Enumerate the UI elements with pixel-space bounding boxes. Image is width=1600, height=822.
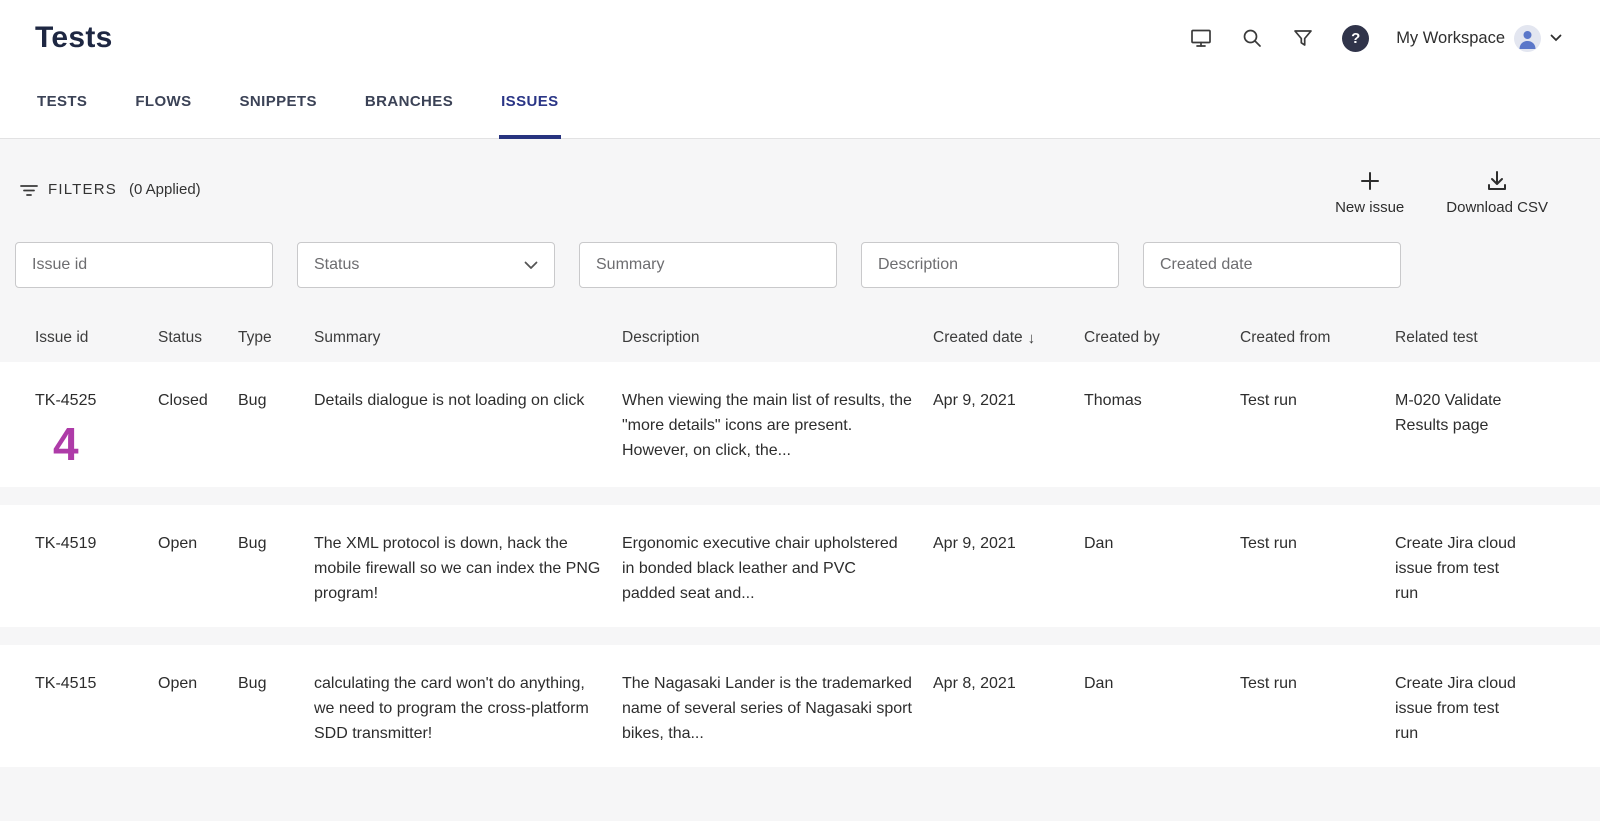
chevron-down-icon <box>524 261 538 270</box>
created-by-cell: Dan <box>1084 671 1240 696</box>
download-csv-button[interactable]: Download CSV <box>1446 169 1548 216</box>
issue-id: TK-4525 <box>35 392 96 409</box>
column-header-created-from[interactable]: Created from <box>1240 329 1395 347</box>
status-cell: Open <box>158 531 238 556</box>
column-header-created-by[interactable]: Created by <box>1084 329 1240 347</box>
table-row[interactable]: TK-4519 Open Bug The XML protocol is dow… <box>0 505 1600 627</box>
summary-cell: calculating the card won't do anything, … <box>314 671 622 746</box>
status-filter-select[interactable]: Status <box>297 242 555 288</box>
chevron-down-icon <box>1550 29 1562 47</box>
summary-cell: Details dialogue is not loading on click <box>314 388 622 413</box>
sort-descending-icon: ↓ <box>1028 330 1036 347</box>
status-filter-placeholder: Status <box>314 256 359 274</box>
download-csv-label: Download CSV <box>1446 199 1548 216</box>
status-cell: Open <box>158 671 238 696</box>
issues-content: FILTERS (0 Applied) New issue Download C… <box>0 139 1600 821</box>
table-row[interactable]: TK-4525 4 Closed Bug Details dialogue is… <box>0 362 1600 487</box>
type-cell: Bug <box>238 671 314 696</box>
created-date-cell: Apr 9, 2021 <box>933 388 1084 413</box>
top-bar: Tests ? My Workspace <box>0 0 1600 64</box>
new-issue-button[interactable]: New issue <box>1335 169 1404 216</box>
filter-lines-icon <box>20 183 38 197</box>
tab-issues[interactable]: ISSUES <box>499 64 560 139</box>
filters-applied-count: (0 Applied) <box>129 181 201 198</box>
tab-branches[interactable]: BRANCHES <box>363 64 455 139</box>
created-date-header-label: Created date <box>933 329 1023 347</box>
monitor-icon[interactable] <box>1189 26 1213 50</box>
tab-tests[interactable]: TESTS <box>35 64 89 139</box>
column-header-type[interactable]: Type <box>238 329 314 347</box>
column-header-description[interactable]: Description <box>622 329 933 347</box>
filters-toggle[interactable]: FILTERS (0 Applied) <box>20 181 201 198</box>
related-test-cell: Create Jira cloud issue from test run <box>1395 671 1545 746</box>
related-test-cell: M-020 Validate Results page <box>1395 388 1545 438</box>
new-issue-label: New issue <box>1335 199 1404 216</box>
tab-snippets[interactable]: SNIPPETS <box>238 64 319 139</box>
column-header-related-test[interactable]: Related test <box>1395 329 1545 347</box>
filter-inputs-row: Status <box>0 216 1600 288</box>
summary-cell: The XML protocol is down, hack the mobil… <box>314 531 622 606</box>
created-from-cell: Test run <box>1240 671 1395 696</box>
filter-icon[interactable] <box>1291 26 1315 50</box>
summary-filter-input[interactable] <box>579 242 837 288</box>
created-date-filter-input[interactable] <box>1143 242 1401 288</box>
help-icon[interactable]: ? <box>1342 25 1369 52</box>
issue-id: TK-4515 <box>35 675 96 692</box>
description-cell: Ergonomic executive chair upholstered in… <box>622 531 933 606</box>
description-cell: When viewing the main list of results, t… <box>622 388 933 463</box>
description-cell: The Nagasaki Lander is the trademarked n… <box>622 671 933 746</box>
created-from-cell: Test run <box>1240 531 1395 556</box>
column-header-issue-id[interactable]: Issue id <box>35 329 158 347</box>
column-header-status[interactable]: Status <box>158 329 238 347</box>
type-cell: Bug <box>238 531 314 556</box>
filters-label: FILTERS <box>48 181 117 198</box>
related-test-cell: Create Jira cloud issue from test run <box>1395 531 1545 606</box>
annotation-marker: 4 <box>53 421 138 467</box>
created-by-cell: Dan <box>1084 531 1240 556</box>
issue-id-filter-input[interactable] <box>15 242 273 288</box>
created-by-cell: Thomas <box>1084 388 1240 413</box>
issue-id: TK-4519 <box>35 535 96 552</box>
column-header-created-date[interactable]: Created date ↓ <box>933 329 1084 347</box>
type-cell: Bug <box>238 388 314 413</box>
tab-flows[interactable]: FLOWS <box>133 64 193 139</box>
workspace-menu[interactable]: My Workspace <box>1396 25 1562 52</box>
column-header-summary[interactable]: Summary <box>314 329 622 347</box>
created-date-cell: Apr 8, 2021 <box>933 671 1084 696</box>
top-bar-actions: ? My Workspace <box>1189 25 1562 52</box>
filters-bar: FILTERS (0 Applied) New issue Download C… <box>0 139 1600 216</box>
status-cell: Closed <box>158 388 238 413</box>
table-actions: New issue Download CSV <box>1335 169 1548 216</box>
issue-id-cell[interactable]: TK-4515 <box>35 671 158 696</box>
table-header: Issue id Status Type Summary Description… <box>0 314 1600 362</box>
created-date-cell: Apr 9, 2021 <box>933 531 1084 556</box>
avatar <box>1514 25 1541 52</box>
issue-id-cell[interactable]: TK-4519 <box>35 531 158 556</box>
tab-bar: TESTS FLOWS SNIPPETS BRANCHES ISSUES <box>0 64 1600 139</box>
description-filter-input[interactable] <box>861 242 1119 288</box>
created-from-cell: Test run <box>1240 388 1395 413</box>
page-title: Tests <box>35 21 113 55</box>
workspace-label: My Workspace <box>1396 29 1505 48</box>
issue-id-cell[interactable]: TK-4525 4 <box>35 388 158 467</box>
plus-icon <box>1359 169 1381 193</box>
table-row[interactable]: TK-4515 Open Bug calculating the card wo… <box>0 645 1600 767</box>
search-icon[interactable] <box>1240 26 1264 50</box>
download-icon <box>1486 169 1508 193</box>
